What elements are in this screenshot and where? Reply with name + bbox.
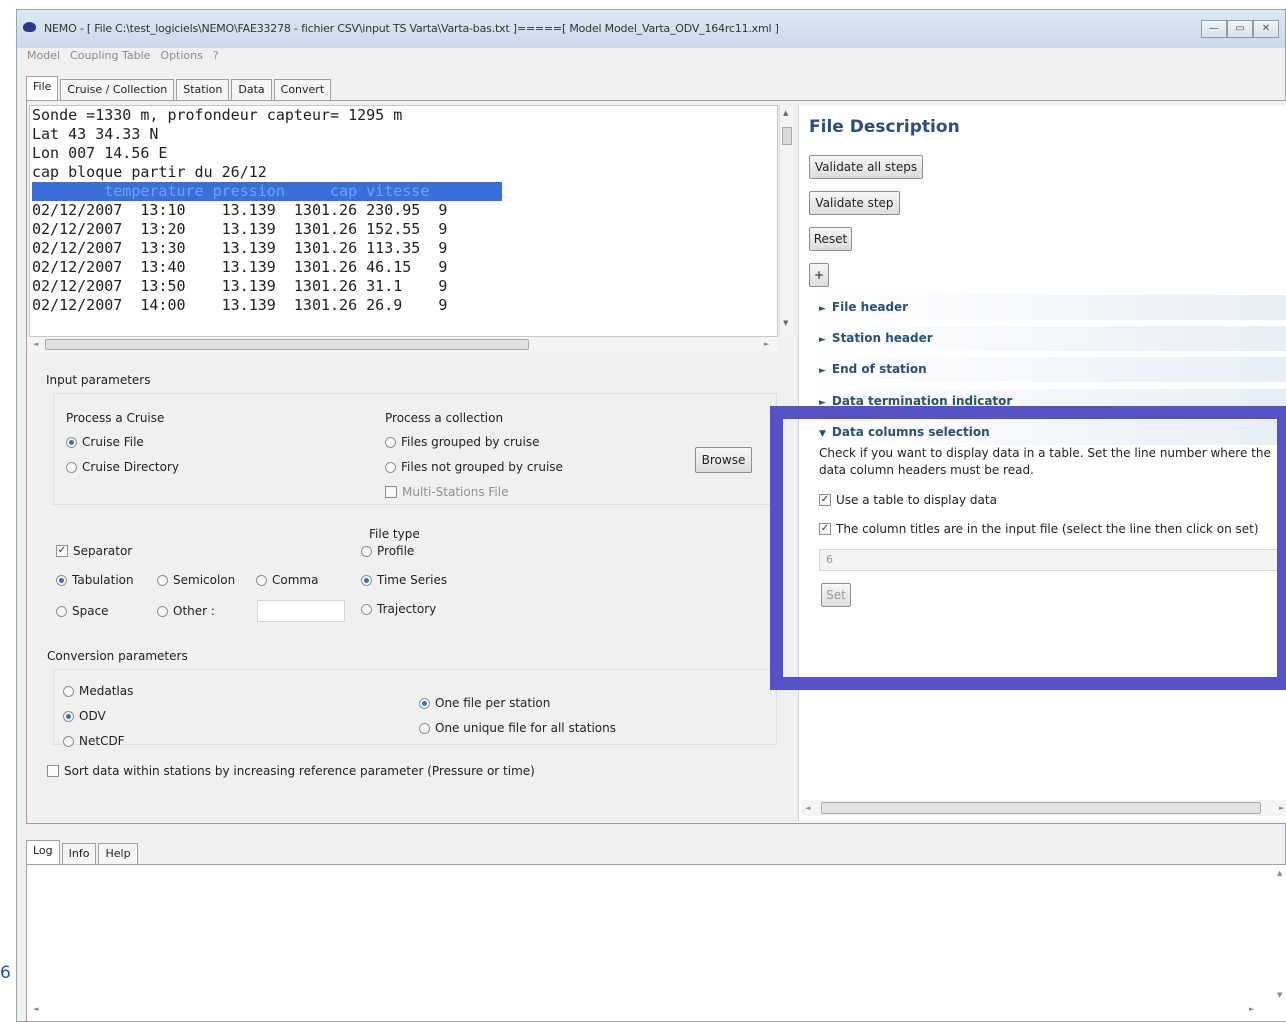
cruise-file-radio[interactable]: Cruise File bbox=[66, 435, 144, 449]
data-line: 02/12/2007 13:50 13.139 1301.26 31.1 9 bbox=[32, 277, 448, 295]
scroll-down-icon[interactable]: ▼ bbox=[783, 319, 788, 327]
reset-button[interactable]: Reset bbox=[809, 227, 852, 251]
bottom-tabs: Log Info Help bbox=[26, 840, 140, 865]
maximize-button[interactable]: ▭ bbox=[1227, 20, 1253, 38]
menu-options[interactable]: Options bbox=[160, 48, 202, 66]
cruise-directory-radio[interactable]: Cruise Directory bbox=[66, 460, 179, 474]
selected-header-line[interactable]: temperature pression cap vitesse bbox=[32, 182, 502, 201]
semicolon-radio[interactable]: Semicolon bbox=[157, 573, 235, 587]
minimize-button[interactable]: — bbox=[1201, 20, 1227, 38]
file-preview[interactable]: Sonde =1330 m, profondeur capteur= 1295 … bbox=[29, 105, 778, 337]
separator-checkbox[interactable]: ✓ Separator bbox=[56, 544, 132, 558]
scroll-up-icon[interactable]: ▲ bbox=[783, 109, 788, 117]
tab-cruise-collection[interactable]: Cruise / Collection bbox=[60, 79, 175, 101]
data-line: 02/12/2007 13:40 13.139 1301.26 46.15 9 bbox=[32, 258, 448, 276]
log-panel[interactable]: ▲ ▼ ◄ ► bbox=[26, 864, 1286, 1022]
tabulation-radio[interactable]: Tabulation bbox=[56, 573, 134, 587]
menu-model[interactable]: Model bbox=[27, 48, 60, 66]
add-button[interactable]: + bbox=[809, 263, 829, 287]
input-parameters-title: Input parameters bbox=[46, 373, 151, 387]
preview-line: Lat 43 34.33 N bbox=[32, 125, 159, 143]
validate-step-button[interactable]: Validate step bbox=[809, 191, 900, 215]
preview-line: Lon 007 14.56 E bbox=[32, 144, 168, 162]
app-logo-icon bbox=[23, 22, 36, 32]
preview-horizontal-scrollbar[interactable]: ◄ ► bbox=[29, 337, 778, 353]
scroll-thumb[interactable] bbox=[821, 802, 1261, 814]
chevron-right-icon: ► bbox=[819, 335, 826, 345]
time-series-radio[interactable]: Time Series bbox=[361, 573, 447, 587]
multi-stations-checkbox[interactable]: Multi-Stations File bbox=[385, 485, 508, 499]
other-radio[interactable]: Other : bbox=[157, 604, 215, 618]
title-bar: NEMO - [ File C:\test_logiciels\NEMO\FAE… bbox=[17, 10, 1285, 48]
one-file-per-station-radio[interactable]: One file per station bbox=[419, 696, 550, 710]
window-title: NEMO - [ File C:\test_logiciels\NEMO\FAE… bbox=[44, 22, 779, 35]
scroll-thumb[interactable] bbox=[45, 339, 529, 350]
data-line: 02/12/2007 13:20 13.139 1301.26 152.55 9 bbox=[32, 220, 448, 238]
edge-digit: 6 bbox=[0, 963, 11, 983]
trajectory-radio[interactable]: Trajectory bbox=[361, 602, 436, 616]
files-grouped-radio[interactable]: Files grouped by cruise bbox=[385, 435, 539, 449]
file-description-title: File Description bbox=[809, 117, 960, 137]
comma-radio[interactable]: Comma bbox=[256, 573, 318, 587]
section-file-header[interactable]: ► File header bbox=[809, 295, 1286, 320]
scroll-right-icon[interactable]: ► bbox=[764, 340, 769, 348]
chevron-right-icon: ► bbox=[819, 304, 826, 314]
log-horizontal-scrollbar[interactable]: ◄ ► bbox=[31, 1003, 1271, 1017]
scroll-left-icon[interactable]: ◄ bbox=[805, 804, 810, 812]
scroll-left-icon[interactable]: ◄ bbox=[33, 340, 38, 348]
space-radio[interactable]: Space bbox=[56, 604, 109, 618]
process-cruise-label: Process a Cruise bbox=[66, 411, 165, 425]
scroll-right-icon[interactable]: ► bbox=[1249, 1005, 1254, 1013]
scroll-left-icon[interactable]: ◄ bbox=[33, 1005, 38, 1013]
medatlas-radio[interactable]: Medatlas bbox=[63, 684, 133, 698]
menu-coupling-table[interactable]: Coupling Table bbox=[70, 48, 150, 66]
other-separator-input[interactable] bbox=[257, 600, 345, 622]
browse-button[interactable]: Browse bbox=[695, 447, 752, 473]
preview-line: Sonde =1330 m, profondeur capteur= 1295 … bbox=[32, 106, 403, 124]
preview-line: cap bloque partir du 26/12 bbox=[32, 163, 267, 181]
scroll-down-icon[interactable]: ▼ bbox=[1277, 991, 1282, 999]
data-line: 02/12/2007 13:10 13.139 1301.26 230.95 9 bbox=[32, 201, 448, 219]
odv-radio[interactable]: ODV bbox=[63, 709, 106, 723]
files-not-grouped-radio[interactable]: Files not grouped by cruise bbox=[385, 460, 563, 474]
highlight-annotation-box bbox=[770, 406, 1286, 690]
section-end-of-station[interactable]: ► End of station bbox=[809, 357, 1286, 382]
scroll-thumb[interactable] bbox=[782, 127, 792, 145]
section-station-header[interactable]: ► Station header bbox=[809, 326, 1286, 351]
main-tabs: File Cruise / Collection Station Data Co… bbox=[26, 76, 333, 101]
scroll-right-icon[interactable]: ► bbox=[1279, 804, 1284, 812]
menu-bar: Model Coupling Table Options ? bbox=[17, 48, 1285, 66]
data-line: 02/12/2007 14:00 13.139 1301.26 26.9 9 bbox=[32, 296, 448, 314]
process-collection-label: Process a collection bbox=[385, 411, 504, 425]
menu-help[interactable]: ? bbox=[213, 48, 219, 66]
sort-data-checkbox[interactable]: Sort data within stations by increasing … bbox=[47, 764, 535, 778]
netcdf-radio[interactable]: NetCDF bbox=[63, 734, 125, 748]
tab-info[interactable]: Info bbox=[61, 843, 97, 865]
validate-all-steps-button[interactable]: Validate all steps bbox=[809, 155, 923, 179]
profile-radio[interactable]: Profile bbox=[361, 544, 414, 558]
scroll-up-icon[interactable]: ▲ bbox=[1277, 869, 1282, 877]
close-button[interactable]: ✕ bbox=[1253, 20, 1279, 38]
chevron-right-icon: ► bbox=[819, 366, 826, 376]
tab-data[interactable]: Data bbox=[231, 79, 272, 101]
one-unique-file-radio[interactable]: One unique file for all stations bbox=[419, 721, 616, 735]
file-type-label: File type bbox=[369, 527, 420, 541]
tab-station[interactable]: Station bbox=[176, 79, 230, 101]
preview-vertical-scrollbar[interactable]: ▲ ▼ bbox=[779, 105, 793, 337]
conversion-parameters-title: Conversion parameters bbox=[47, 649, 188, 663]
log-vertical-scrollbar[interactable]: ▲ ▼ bbox=[1274, 869, 1286, 999]
description-horizontal-scrollbar[interactable]: ◄ ► bbox=[801, 800, 1286, 816]
tab-convert[interactable]: Convert bbox=[273, 79, 332, 101]
data-line: 02/12/2007 13:30 13.139 1301.26 113.35 9 bbox=[32, 239, 448, 257]
tab-file[interactable]: File bbox=[26, 76, 59, 101]
conversion-group bbox=[53, 669, 777, 745]
tab-help[interactable]: Help bbox=[98, 843, 138, 865]
tab-log[interactable]: Log bbox=[26, 840, 60, 865]
